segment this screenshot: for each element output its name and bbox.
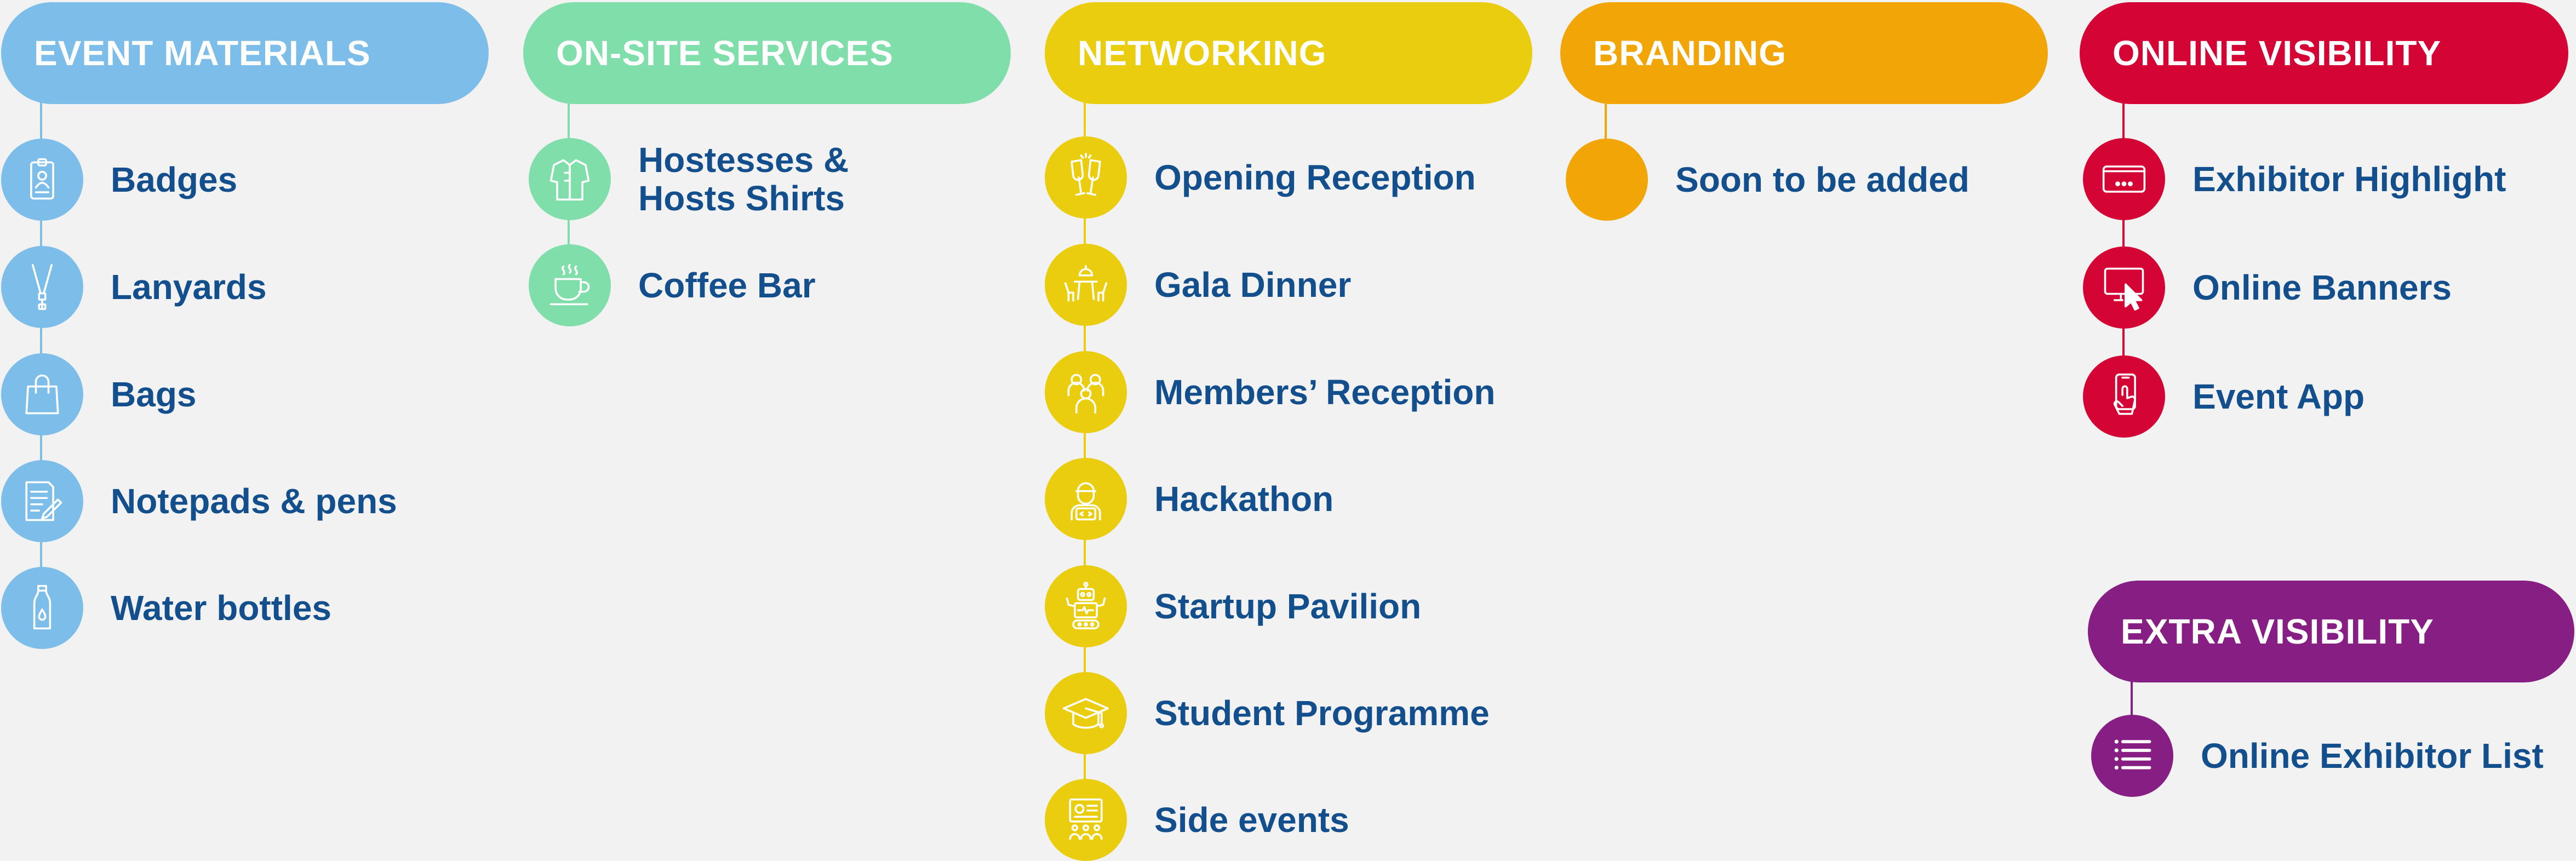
- event-materials-header: EVENT MATERIALS: [1, 2, 489, 104]
- item-label: Coffee Bar: [638, 266, 816, 305]
- list-item-hackathon[interactable]: Hackathon: [1045, 458, 1333, 540]
- monitor-cursor-icon: [2083, 246, 2165, 329]
- list-item-hostesses-shirts[interactable]: Hostesses & Hosts Shirts: [529, 138, 849, 220]
- champagne-glasses-icon: [1045, 136, 1127, 219]
- item-label: Members’ Reception: [1154, 372, 1496, 412]
- shirt-icon: [529, 138, 611, 220]
- online-visibility-title: ONLINE VISIBILITY: [2113, 33, 2442, 73]
- item-label: Event App: [2193, 377, 2365, 416]
- event-materials-title: EVENT MATERIALS: [34, 33, 371, 73]
- list-item-side-events[interactable]: Side events: [1045, 779, 1349, 861]
- coffee-cup-icon: [529, 244, 611, 326]
- networking-header: NETWORKING: [1045, 2, 1532, 104]
- list-item-coffee-bar[interactable]: Coffee Bar: [529, 244, 816, 326]
- item-label: Startup Pavilion: [1154, 587, 1422, 626]
- placeholder-circle: [1566, 139, 1648, 221]
- list-item-startup-pavilion[interactable]: Startup Pavilion: [1045, 565, 1421, 647]
- item-label: Badges: [111, 160, 238, 199]
- list-item-gala-dinner[interactable]: Gala Dinner: [1045, 244, 1351, 326]
- item-label: Notepads & pens: [111, 481, 397, 521]
- connector-line: [1605, 101, 1607, 145]
- item-label: Exhibitor Highlight: [2193, 159, 2506, 199]
- branding-title: BRANDING: [1593, 33, 1787, 73]
- list-item-members-reception[interactable]: Members’ Reception: [1045, 351, 1495, 433]
- presentation-icon: [1045, 779, 1127, 861]
- list-item-online-banners[interactable]: Online Banners: [2083, 246, 2452, 329]
- phone-tap-icon: [2083, 355, 2165, 438]
- item-label: Opening Reception: [1154, 158, 1476, 197]
- list-item-notepads-pens[interactable]: Notepads & pens: [1, 460, 397, 542]
- people-group-icon: [1045, 351, 1127, 433]
- coder-icon: [1045, 458, 1127, 540]
- item-label: Student Programme: [1154, 693, 1490, 733]
- item-label: Bags: [111, 375, 197, 414]
- on-site-services-header: ON-SITE SERVICES: [523, 2, 1011, 104]
- item-label: Online Banners: [2193, 268, 2452, 307]
- list-item-bags[interactable]: Bags: [1, 353, 197, 435]
- item-label: Lanyards: [111, 267, 267, 307]
- list-item-soon-to-be-added: Soon to be added: [1566, 139, 1970, 221]
- screen-dots-icon: [2083, 138, 2165, 220]
- lanyard-icon: [1, 246, 83, 328]
- branding-column: BRANDING Soon to be added: [1560, 2, 2048, 221]
- graduation-cap-icon: [1045, 672, 1127, 754]
- item-label: Hostesses & Hosts Shirts: [638, 140, 849, 218]
- item-label: Side events: [1154, 800, 1349, 840]
- branding-header: BRANDING: [1560, 2, 2048, 104]
- list-item-opening-reception[interactable]: Opening Reception: [1045, 136, 1476, 219]
- networking-column: NETWORKING Opening Reception Gala Dinner: [1045, 2, 1532, 861]
- list-item-water-bottles[interactable]: Water bottles: [1, 567, 331, 649]
- extra-visibility-column: EXTRA VISIBILITY Online Exhibitor List: [2088, 581, 2574, 800]
- item-label: Hackathon: [1154, 479, 1334, 519]
- item-label: Online Exhibitor List: [2201, 736, 2544, 776]
- on-site-services-column: ON-SITE SERVICES Hostesses & Hosts Shirt…: [523, 2, 1011, 331]
- online-visibility-column: ONLINE VISIBILITY Exhibitor Highlight On…: [2080, 2, 2568, 440]
- extra-visibility-header: EXTRA VISIBILITY: [2088, 581, 2574, 682]
- list-item-student-programme[interactable]: Student Programme: [1045, 672, 1490, 754]
- badge-icon: [1, 139, 83, 221]
- online-visibility-header: ONLINE VISIBILITY: [2080, 2, 2568, 104]
- item-label: Water bottles: [111, 588, 331, 628]
- dinner-table-icon: [1045, 244, 1127, 326]
- extra-visibility-title: EXTRA VISIBILITY: [2121, 612, 2434, 651]
- water-bottle-icon: [1, 567, 83, 649]
- list-item-exhibitor-highlight[interactable]: Exhibitor Highlight: [2083, 138, 2506, 220]
- list-item-badges[interactable]: Badges: [1, 139, 237, 221]
- list-icon: [2091, 715, 2173, 797]
- list-item-online-exhibitor-list[interactable]: Online Exhibitor List: [2091, 715, 2544, 797]
- on-site-services-title: ON-SITE SERVICES: [556, 33, 894, 73]
- list-item-event-app[interactable]: Event App: [2083, 355, 2365, 438]
- notepad-pen-icon: [1, 460, 83, 542]
- list-item-lanyards[interactable]: Lanyards: [1, 246, 267, 328]
- bag-icon: [1, 353, 83, 435]
- robot-icon: [1045, 565, 1127, 647]
- event-materials-column: EVENT MATERIALS Badges Lanyards Bags Not…: [1, 2, 489, 659]
- item-label: Soon to be added: [1675, 160, 1970, 199]
- networking-title: NETWORKING: [1078, 33, 1327, 73]
- item-label: Gala Dinner: [1154, 265, 1352, 305]
